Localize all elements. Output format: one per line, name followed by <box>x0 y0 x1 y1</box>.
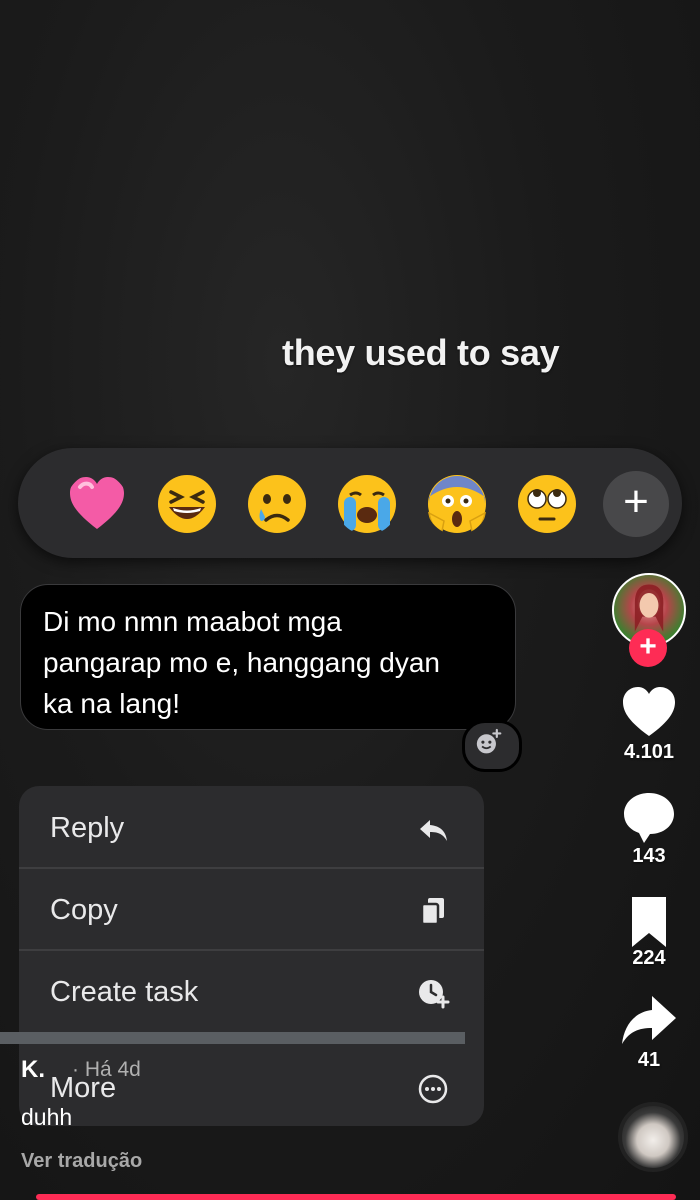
more-reactions-button[interactable]: + <box>603 471 669 537</box>
screaming-fear-emoji[interactable] <box>426 473 488 535</box>
message-bubble[interactable]: Di mo nmn maabot mga pangarap mo e, hang… <box>20 584 516 730</box>
caption-text: duhh <box>21 1104 73 1130</box>
bookmark-icon[interactable] <box>620 893 678 951</box>
reply-arrow-icon <box>420 820 447 841</box>
message-line: ka na lang! <box>43 688 180 719</box>
progress-bar[interactable] <box>36 1194 676 1200</box>
message-line: pangarap mo e, hanggang dyan <box>43 647 440 678</box>
menu-item-label: Create task <box>50 976 199 1008</box>
add-reaction-button[interactable] <box>462 720 522 772</box>
menu-item-label: Copy <box>50 894 118 926</box>
laughing-squint-emoji[interactable] <box>156 473 218 535</box>
menu-item-label: Reply <box>50 812 125 844</box>
comment-bubble-icon[interactable] <box>620 789 678 847</box>
save-count: 224 <box>632 947 666 969</box>
loudly-crying-emoji[interactable] <box>336 473 398 535</box>
comment-count: 143 <box>632 845 666 867</box>
share-count: 41 <box>637 1049 661 1071</box>
clock-plus-icon <box>419 980 450 1009</box>
menu-group-divider <box>0 1032 465 1044</box>
smiley-plus-icon <box>476 728 502 754</box>
pink-heart-emoji[interactable] <box>66 473 128 535</box>
caption-time: · Há 4d <box>72 1058 141 1081</box>
like-heart-icon[interactable] <box>620 684 678 742</box>
menu-item-copy[interactable]: Copy <box>19 870 484 950</box>
eye-roll-emoji[interactable] <box>516 473 578 535</box>
share-arrow-icon[interactable] <box>620 992 678 1050</box>
like-count: 4.101 <box>623 741 675 763</box>
message-line: Di mo nmn maabot mga <box>43 606 342 637</box>
reaction-bar: + <box>18 448 682 558</box>
caption-username[interactable]: K. <box>21 1056 45 1084</box>
ellipsis-circle-icon <box>418 1074 448 1104</box>
see-translation-link[interactable]: Ver tradução <box>21 1150 142 1173</box>
copy-icon <box>420 898 444 926</box>
crying-tear-emoji[interactable] <box>246 473 308 535</box>
menu-item-reply[interactable]: Reply <box>19 788 484 868</box>
music-disc-avatar[interactable] <box>618 1102 688 1172</box>
follow-button[interactable]: + <box>629 629 667 667</box>
menu-item-create-task[interactable]: Create task <box>19 952 484 1032</box>
video-overlay-text: they used to say <box>282 332 560 373</box>
